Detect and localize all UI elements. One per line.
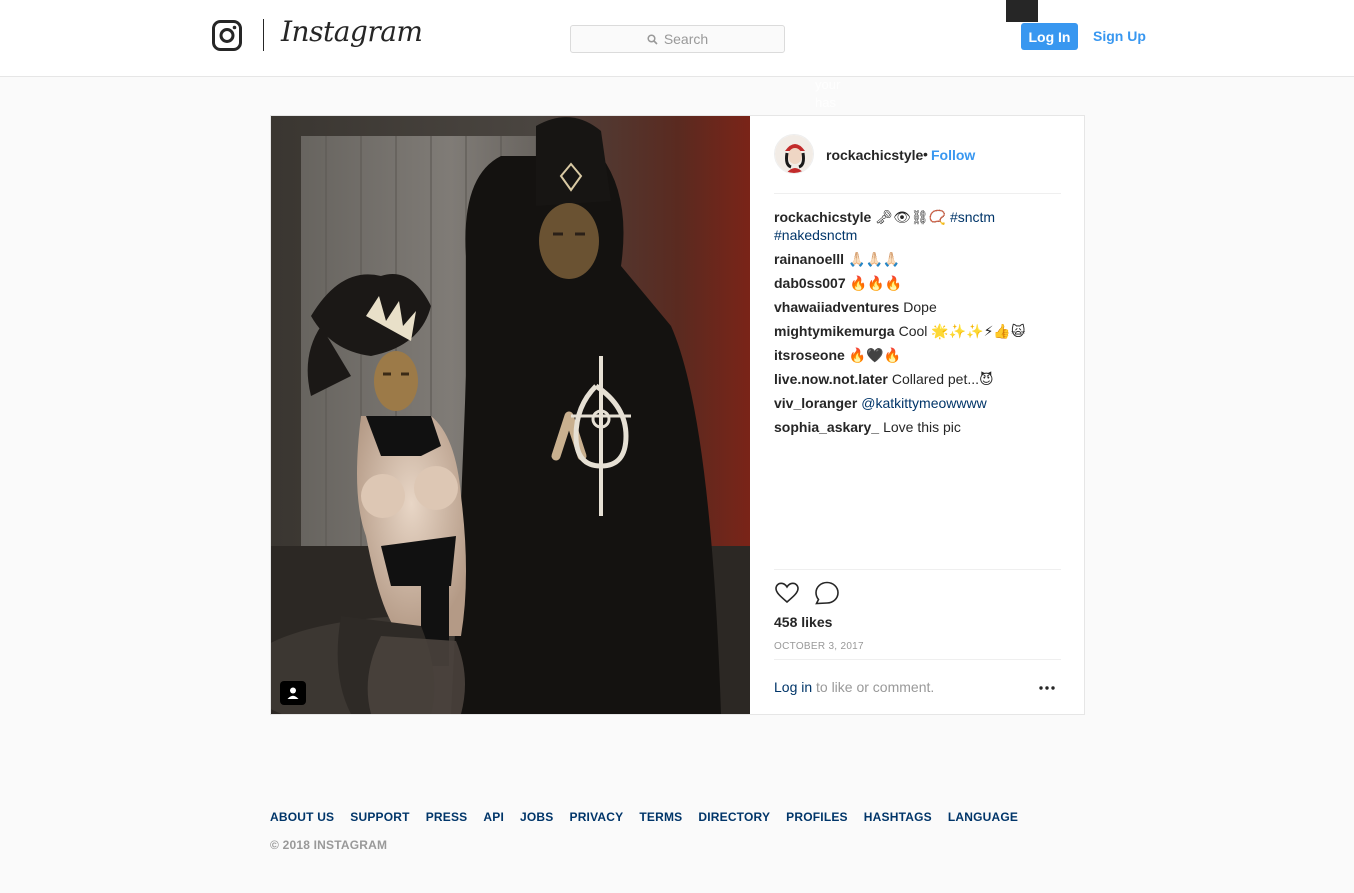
caption: rockachicstyle 🗝👁⛓📿 #snctm #nakedsnctm xyxy=(774,208,1061,244)
comment-icon[interactable] xyxy=(814,580,840,606)
login-link[interactable]: Log in xyxy=(774,679,812,695)
comment-text: 🔥🖤🔥 xyxy=(848,347,902,363)
comment-username[interactable]: live.now.not.later xyxy=(774,371,888,387)
search-input[interactable]: Search xyxy=(570,25,785,53)
separator-dot: • xyxy=(923,146,928,162)
list-item: mightymikemurga Cool 🌟✨✨⚡👍🙀 xyxy=(774,322,1061,340)
overlay-tab xyxy=(1006,0,1038,22)
caption-emoji: 🗝👁⛓📿 xyxy=(875,209,947,225)
comment-username[interactable]: dab0ss007 xyxy=(774,275,846,291)
logo-divider xyxy=(263,19,264,51)
list-item: live.now.not.later Collared pet...😈 xyxy=(774,370,1061,388)
faded-overlay-text: your has xyxy=(815,76,840,112)
comment-username[interactable]: mightymikemurga xyxy=(774,323,895,339)
comment-text: Collared pet...😈 xyxy=(891,371,994,387)
comment-username[interactable]: vhawaiiadventures xyxy=(774,299,899,315)
comment-text: Cool 🌟✨✨⚡👍🙀 xyxy=(898,323,1026,339)
instagram-wordmark[interactable]: Instagram xyxy=(281,15,423,48)
footer-link-directory[interactable]: DIRECTORY xyxy=(698,810,770,824)
post-sidebar: rockachicstyle • Follow rockachicstyle 🗝👁… xyxy=(750,116,1085,714)
faded-line: has xyxy=(815,95,836,110)
footer-nav: ABOUT US SUPPORT PRESS API JOBS PRIVACY … xyxy=(270,810,1018,824)
footer-link-support[interactable]: SUPPORT xyxy=(350,810,409,824)
avatar[interactable] xyxy=(774,134,814,174)
footer-link-terms[interactable]: TERMS xyxy=(639,810,682,824)
likes-count[interactable]: 458 likes xyxy=(774,614,832,630)
footer-link-privacy[interactable]: PRIVACY xyxy=(569,810,623,824)
comment-text: Love this pic xyxy=(883,419,961,435)
heart-icon[interactable] xyxy=(774,580,800,606)
hashtag-link[interactable]: #nakedsnctm xyxy=(774,227,857,243)
footer-link-about[interactable]: ABOUT US xyxy=(270,810,334,824)
comment-text: 🔥🔥🔥 xyxy=(849,275,902,291)
list-item: viv_loranger @katkittymeowwww xyxy=(774,394,1061,412)
footer-link-profiles[interactable]: PROFILES xyxy=(786,810,848,824)
post-photo[interactable] xyxy=(271,116,750,714)
owner-username[interactable]: rockachicstyle xyxy=(826,147,923,163)
list-item: vhawaiiadventures Dope xyxy=(774,298,1061,316)
search-icon xyxy=(647,33,658,45)
comment-username[interactable]: rainanoelll xyxy=(774,251,844,267)
signup-link[interactable]: Sign Up xyxy=(1093,28,1146,44)
comment-username[interactable]: viv_loranger xyxy=(774,395,857,411)
top-nav: Instagram Search Log In Sign Up xyxy=(0,0,1354,77)
login-button[interactable]: Log In xyxy=(1021,23,1078,50)
list-item: rainanoelll 🙏🏻🙏🏻🙏🏻 xyxy=(774,250,1061,268)
footer-link-api[interactable]: API xyxy=(483,810,504,824)
mention-link[interactable]: @katkittymeowwww xyxy=(861,395,986,411)
list-item: dab0ss007 🔥🔥🔥 xyxy=(774,274,1061,292)
copyright: © 2018 INSTAGRAM xyxy=(270,838,388,852)
post-header: rockachicstyle • Follow xyxy=(774,134,1061,194)
post-date[interactable]: OCTOBER 3, 2017 xyxy=(774,641,864,652)
more-options-icon[interactable] xyxy=(1037,679,1057,697)
faded-line: your xyxy=(815,77,841,92)
post-actions: 458 likes OCTOBER 3, 2017 xyxy=(774,569,1061,659)
post-card: rockachicstyle • Follow rockachicstyle 🗝👁… xyxy=(270,115,1085,715)
comment-prompt: Log in to like or comment. xyxy=(774,659,1061,714)
footer-link-language[interactable]: LANGUAGE xyxy=(948,810,1018,824)
comment-username[interactable]: sophia_askary_ xyxy=(774,419,879,435)
user-tag-icon[interactable] xyxy=(280,681,306,705)
hashtag-link[interactable]: #snctm xyxy=(950,209,995,225)
instagram-glyph-icon[interactable] xyxy=(212,20,242,51)
comment-text: Dope xyxy=(903,299,937,315)
footer-link-hashtags[interactable]: HASHTAGS xyxy=(864,810,932,824)
follow-button[interactable]: Follow xyxy=(931,147,975,163)
comment-username[interactable]: rockachicstyle xyxy=(774,209,871,225)
comments-list: rockachicstyle 🗝👁⛓📿 #snctm #nakedsnctm ra… xyxy=(774,208,1061,442)
search-placeholder: Search xyxy=(663,31,709,47)
list-item: itsroseone 🔥🖤🔥 xyxy=(774,346,1061,364)
comment-text: 🙏🏻🙏🏻🙏🏻 xyxy=(848,251,901,267)
comment-username[interactable]: itsroseone xyxy=(774,347,845,363)
list-item: sophia_askary_ Love this pic xyxy=(774,418,1061,436)
footer-link-press[interactable]: PRESS xyxy=(426,810,468,824)
footer-link-jobs[interactable]: JOBS xyxy=(520,810,553,824)
login-prompt-text: to like or comment. xyxy=(816,679,935,695)
